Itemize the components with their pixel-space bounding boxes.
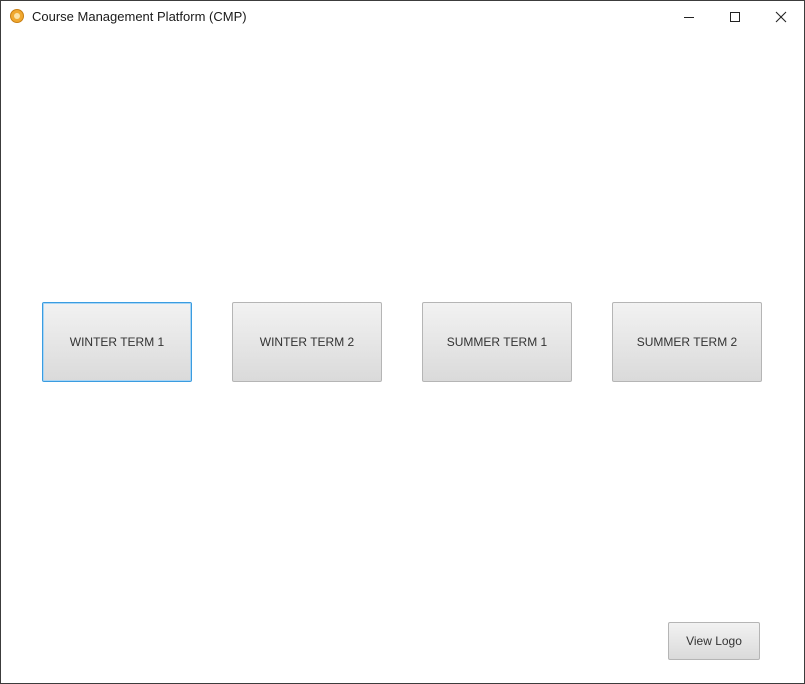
minimize-icon	[684, 17, 694, 18]
winter-term-1-button[interactable]: WINTER TERM 1	[42, 302, 192, 382]
close-icon	[775, 11, 787, 23]
minimize-button[interactable]	[666, 1, 712, 33]
winter-term-2-label: WINTER TERM 2	[259, 335, 355, 349]
view-logo-label: View Logo	[686, 634, 742, 648]
view-logo-button[interactable]: View Logo	[668, 622, 760, 660]
close-button[interactable]	[758, 1, 804, 33]
winter-term-2-button[interactable]: WINTER TERM 2	[232, 302, 382, 382]
maximize-button[interactable]	[712, 1, 758, 33]
title-bar[interactable]: Course Management Platform (CMP)	[1, 1, 804, 33]
window-title: Course Management Platform (CMP)	[32, 9, 247, 24]
winter-term-1-label: WINTER TERM 1	[69, 335, 165, 349]
summer-term-1-label: SUMMER TERM 1	[446, 335, 548, 349]
summer-term-2-label: SUMMER TERM 2	[636, 335, 738, 349]
cmp-logo-icon	[10, 9, 24, 23]
app-window: Course Management Platform (CMP) WINTER …	[0, 0, 805, 684]
summer-term-2-button[interactable]: SUMMER TERM 2	[612, 302, 762, 382]
maximize-icon	[730, 12, 740, 22]
summer-term-1-button[interactable]: SUMMER TERM 1	[422, 302, 572, 382]
